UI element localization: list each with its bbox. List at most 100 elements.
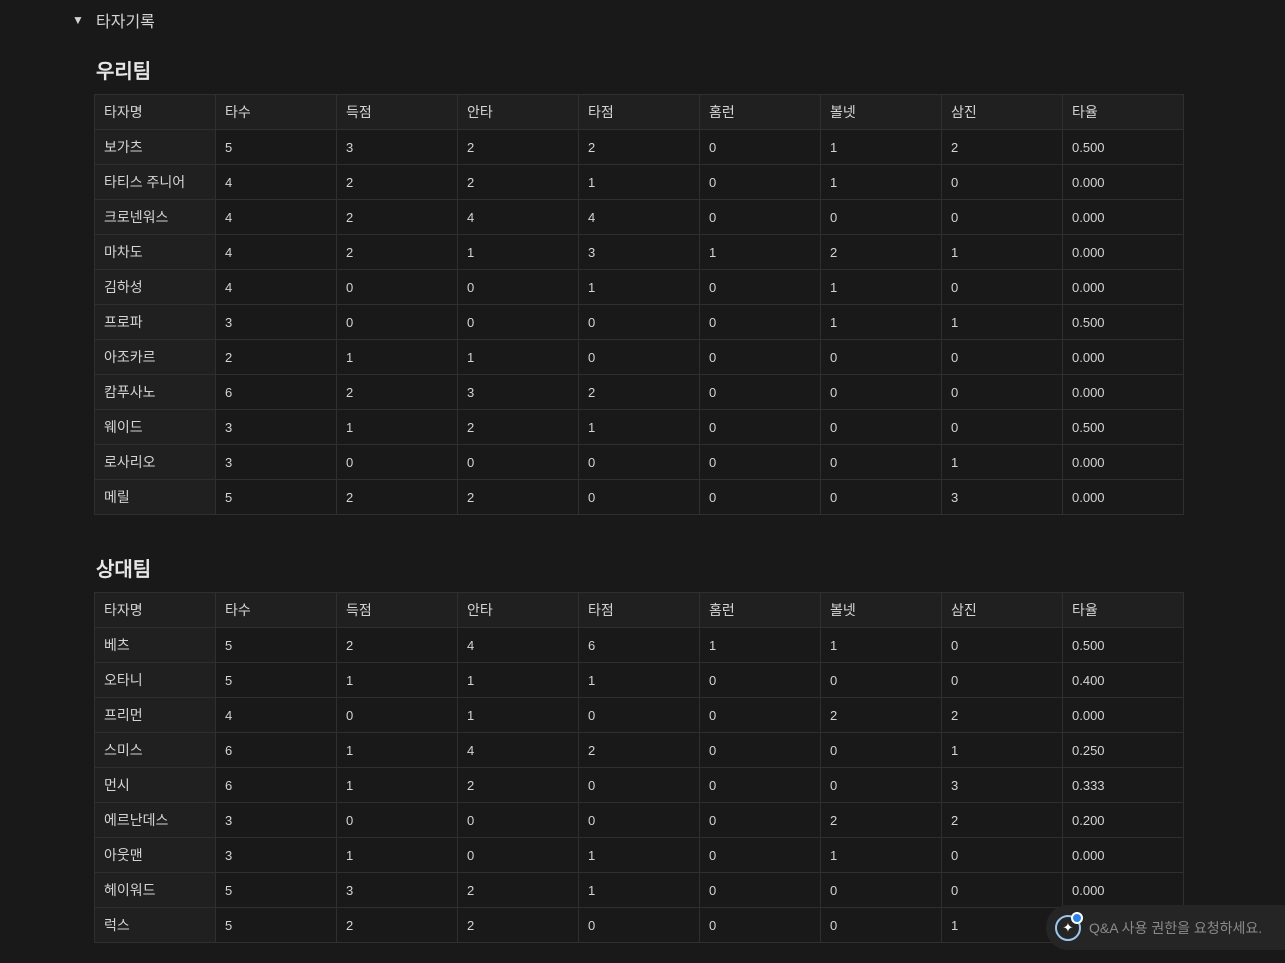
player-name-cell: 베츠 <box>94 627 216 663</box>
stat-cell: 2 <box>820 802 942 838</box>
stat-cell: 1 <box>578 662 700 698</box>
stat-cell: 0.500 <box>1062 304 1184 340</box>
stat-cell: 0 <box>578 444 700 480</box>
stat-cell: 2 <box>941 802 1063 838</box>
stat-cell: 3 <box>215 802 337 838</box>
stat-cell: 2 <box>457 129 579 165</box>
stat-cell: 3 <box>336 872 458 908</box>
stat-cell: 1 <box>578 837 700 873</box>
stat-cell: 2 <box>941 697 1063 733</box>
stat-cell: 0 <box>578 479 700 515</box>
stat-cell: 0 <box>699 662 821 698</box>
stat-cell: 2 <box>820 234 942 270</box>
stat-cell: 4 <box>215 269 337 305</box>
stat-cell: 1 <box>699 627 821 663</box>
stat-cell: 0 <box>578 802 700 838</box>
stat-cell: 1 <box>578 164 700 200</box>
stat-cell: 0 <box>578 339 700 375</box>
batting-record-toggle[interactable]: ▼ 타자기록 <box>72 8 155 32</box>
player-name-cell: 에르난데스 <box>94 802 216 838</box>
stat-cell: 1 <box>457 697 579 733</box>
player-name-cell: 아웃맨 <box>94 837 216 873</box>
stat-cell: 3 <box>578 234 700 270</box>
team-heading-our: 우리팀 <box>96 61 152 83</box>
table-row: 베츠 5 2 4 6 1 1 0 0.500 <box>94 627 1184 663</box>
stat-cell: 2 <box>457 907 579 943</box>
player-name-cell: 로사리오 <box>94 444 216 480</box>
stat-cell: 1 <box>336 662 458 698</box>
stat-cell: 6 <box>215 374 337 410</box>
table-row: 헤이워드 5 3 2 1 0 0 0 0.000 <box>94 872 1184 908</box>
player-name-cell: 메릴 <box>94 479 216 515</box>
stat-cell: 2 <box>457 872 579 908</box>
stat-cell: 1 <box>820 269 942 305</box>
stat-cell: 1 <box>820 837 942 873</box>
stat-cell: 0.000 <box>1062 697 1184 733</box>
column-header: 홈런 <box>699 94 821 130</box>
stat-cell: 2 <box>578 732 700 768</box>
stat-cell: 1 <box>336 837 458 873</box>
stat-cell: 0.000 <box>1062 164 1184 200</box>
column-header: 삼진 <box>941 592 1063 628</box>
stat-cell: 0.000 <box>1062 339 1184 375</box>
stat-cell: 0.000 <box>1062 872 1184 908</box>
column-header: 안타 <box>457 592 579 628</box>
stat-cell: 4 <box>215 164 337 200</box>
qa-request-button[interactable]: ✦ Q&A 사용 권한을 요청하세요. <box>1046 905 1285 950</box>
stat-cell: 1 <box>336 409 458 445</box>
column-header: 타점 <box>578 94 700 130</box>
player-name-cell: 웨이드 <box>94 409 216 445</box>
player-name-cell: 오타니 <box>94 662 216 698</box>
stat-cell: 0 <box>699 837 821 873</box>
stat-cell: 0 <box>699 802 821 838</box>
column-header: 타수 <box>215 94 337 130</box>
stat-cell: 0 <box>457 304 579 340</box>
column-header: 득점 <box>336 592 458 628</box>
table-row: 프리먼 4 0 1 0 0 2 2 0.000 <box>94 697 1184 733</box>
stat-cell: 0.000 <box>1062 444 1184 480</box>
table-row: 로사리오 3 0 0 0 0 0 1 0.000 <box>94 444 1184 480</box>
stat-cell: 0.500 <box>1062 129 1184 165</box>
table-row: 아조카르 2 1 1 0 0 0 0 0.000 <box>94 339 1184 375</box>
stat-cell: 0 <box>941 164 1063 200</box>
column-header: 타율 <box>1062 592 1184 628</box>
player-name-cell: 먼시 <box>94 767 216 803</box>
stat-cell: 0.500 <box>1062 409 1184 445</box>
stat-cell: 0 <box>699 479 821 515</box>
stat-cell: 5 <box>215 129 337 165</box>
stat-cell: 5 <box>215 479 337 515</box>
table-row: 마차도 4 2 1 3 1 2 1 0.000 <box>94 234 1184 270</box>
stat-cell: 4 <box>578 199 700 235</box>
column-header: 타점 <box>578 592 700 628</box>
column-header: 홈런 <box>699 592 821 628</box>
stat-cell: 0 <box>336 444 458 480</box>
table-row: 보가츠 5 3 2 2 0 1 2 0.500 <box>94 129 1184 165</box>
stat-cell: 0 <box>941 627 1063 663</box>
stat-cell: 0 <box>820 767 942 803</box>
stat-cell: 2 <box>336 907 458 943</box>
stat-cell: 1 <box>820 627 942 663</box>
stat-cell: 0 <box>820 732 942 768</box>
table-row: 김하성 4 0 0 1 0 1 0 0.000 <box>94 269 1184 305</box>
table-row: 오타니 5 1 1 1 0 0 0 0.400 <box>94 662 1184 698</box>
player-name-cell: 보가츠 <box>94 129 216 165</box>
header-row: 타자명 타수 득점 안타 타점 홈런 볼넷 삼진 타율 <box>94 592 1184 628</box>
stat-cell: 0 <box>578 767 700 803</box>
header-row: 타자명 타수 득점 안타 타점 홈런 볼넷 삼진 타율 <box>94 94 1184 130</box>
stat-cell: 0 <box>699 269 821 305</box>
stat-cell: 0 <box>941 269 1063 305</box>
stat-cell: 1 <box>457 662 579 698</box>
team-heading-opponent: 상대팀 <box>96 559 152 581</box>
stat-cell: 0 <box>941 339 1063 375</box>
stat-cell: 0.000 <box>1062 234 1184 270</box>
sparkle-icon: ✦ <box>1055 911 1083 941</box>
column-header: 타자명 <box>94 592 216 628</box>
stat-cell: 1 <box>336 339 458 375</box>
column-header: 볼넷 <box>820 592 942 628</box>
player-name-cell: 크로넨워스 <box>94 199 216 235</box>
stat-cell: 0 <box>941 872 1063 908</box>
stat-cell: 0.200 <box>1062 802 1184 838</box>
column-header: 안타 <box>457 94 579 130</box>
stat-cell: 0 <box>820 662 942 698</box>
stat-cell: 0 <box>336 269 458 305</box>
